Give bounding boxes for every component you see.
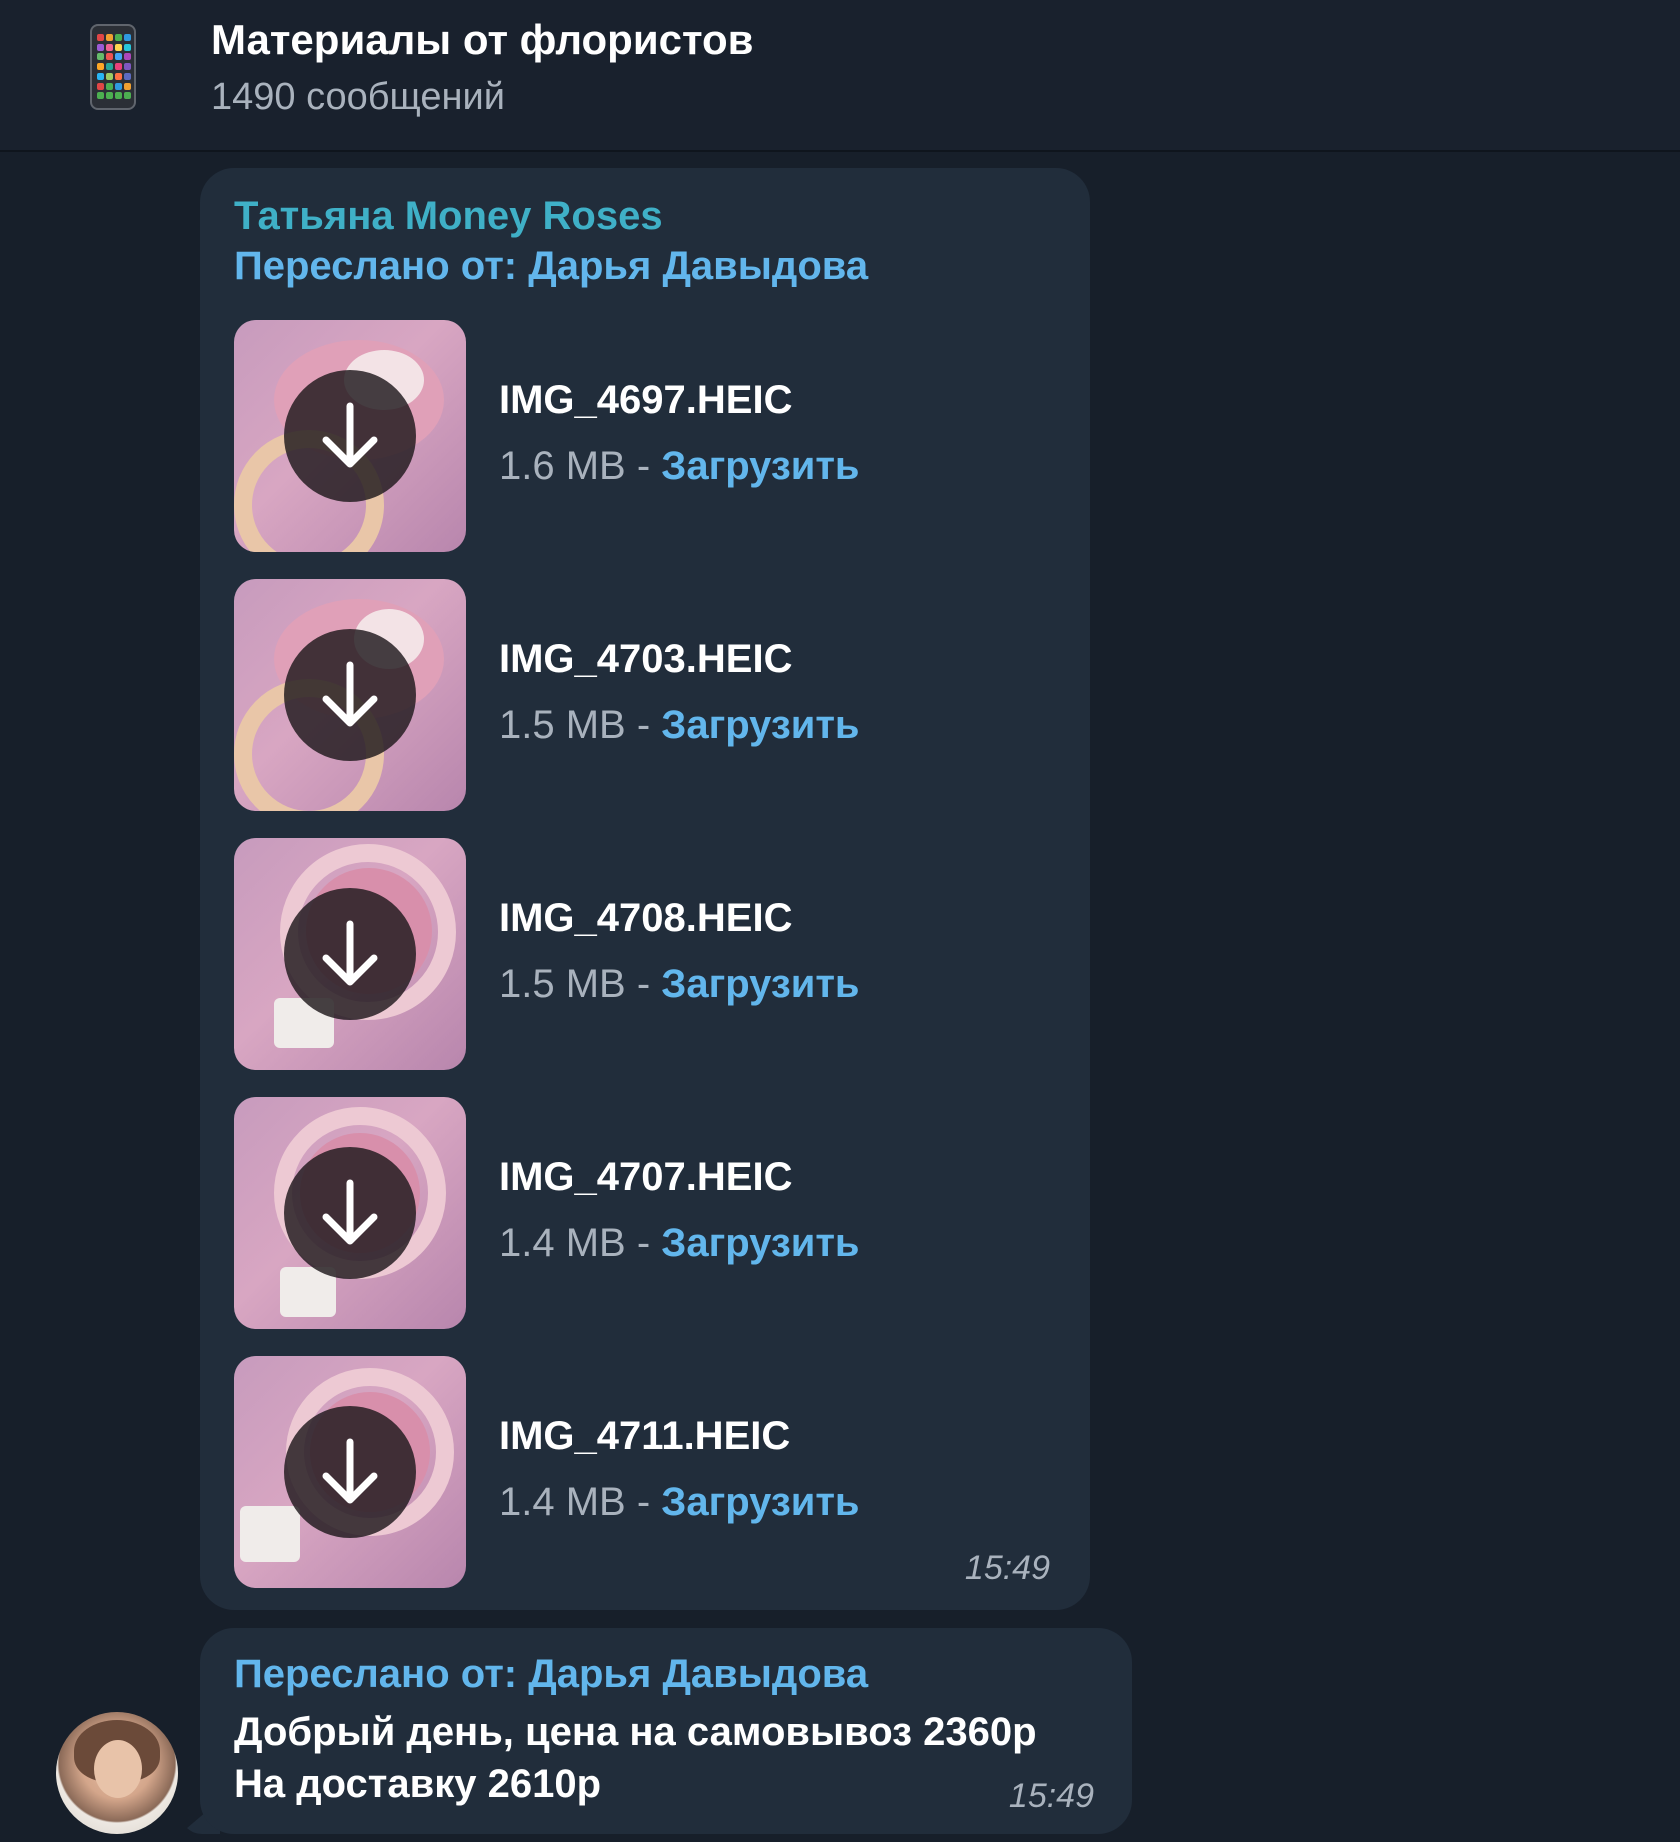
file-attachment[interactable]: IMG_4711.HEIC 1.4 MB - Загрузить xyxy=(234,1356,1054,1588)
avatar-face xyxy=(94,1740,142,1798)
file-meta-separator: - xyxy=(625,962,662,1006)
file-meta-separator: - xyxy=(625,1221,662,1265)
file-meta: 1.5 MB - Загрузить xyxy=(499,962,860,1007)
file-name: IMG_4703.HEIC xyxy=(499,637,793,681)
file-meta: 1.5 MB - Загрузить xyxy=(499,703,860,748)
file-meta-separator: - xyxy=(625,1480,662,1524)
file-attachment[interactable]: IMG_4708.HEIC 1.5 MB - Загрузить xyxy=(234,838,1054,1070)
sender-name[interactable]: Татьяна Money Roses xyxy=(234,194,663,239)
file-size: 1.5 MB xyxy=(499,703,626,747)
download-link[interactable]: Загрузить xyxy=(661,1480,859,1524)
file-name: IMG_4711.HEIC xyxy=(499,1414,791,1458)
file-attachment[interactable]: IMG_4697.HEIC 1.6 MB - Загрузить xyxy=(234,320,1054,552)
phone-app-grid-icon[interactable] xyxy=(90,24,136,110)
message-bubble: Татьяна Money Roses Переслано от: Дарья … xyxy=(200,168,1090,1610)
message-bubble: Переслано от: Дарья Давыдова Добрый день… xyxy=(200,1628,1132,1834)
download-link[interactable]: Загрузить xyxy=(661,1221,859,1265)
message-text-line: Добрый день, цена на самовывоз 2360р xyxy=(234,1710,1037,1754)
file-thumbnail[interactable] xyxy=(234,579,466,811)
file-meta-separator: - xyxy=(625,703,662,747)
download-link[interactable]: Загрузить xyxy=(661,962,859,1006)
file-attachment[interactable]: IMG_4703.HEIC 1.5 MB - Загрузить xyxy=(234,579,1054,811)
file-size: 1.4 MB xyxy=(499,1480,626,1524)
download-icon[interactable] xyxy=(284,629,416,761)
download-icon[interactable] xyxy=(284,370,416,502)
file-name: IMG_4707.HEIC xyxy=(499,1155,793,1199)
avatar[interactable] xyxy=(56,1712,178,1834)
message-time: 15:49 xyxy=(1008,1777,1094,1815)
chat-title[interactable]: Материалы от флористов xyxy=(211,16,754,64)
file-thumbnail[interactable] xyxy=(234,838,466,1070)
download-link[interactable]: Загрузить xyxy=(661,444,859,488)
file-name: IMG_4708.HEIC xyxy=(499,896,793,940)
file-size: 1.5 MB xyxy=(499,962,626,1006)
file-meta-separator: - xyxy=(625,444,662,488)
message-text-line: На доставку 2610р xyxy=(234,1762,602,1806)
message-time: 15:49 xyxy=(964,1549,1050,1587)
download-link[interactable]: Загрузить xyxy=(661,703,859,747)
file-name: IMG_4697.HEIC xyxy=(499,378,793,422)
file-thumbnail[interactable] xyxy=(234,1356,466,1588)
file-thumbnail[interactable] xyxy=(234,1097,466,1329)
download-icon[interactable] xyxy=(284,1147,416,1279)
download-icon[interactable] xyxy=(284,1406,416,1538)
file-meta: 1.6 MB - Загрузить xyxy=(499,444,860,489)
file-attachment[interactable]: IMG_4707.HEIC 1.4 MB - Загрузить xyxy=(234,1097,1054,1329)
download-icon[interactable] xyxy=(284,888,416,1020)
forwarded-from[interactable]: Переслано от: Дарья Давыдова xyxy=(234,244,868,289)
file-meta: 1.4 MB - Загрузить xyxy=(499,1480,860,1525)
chat-header: Материалы от флористов 1490 сообщений xyxy=(0,0,1680,152)
file-size: 1.6 MB xyxy=(499,444,626,488)
file-meta: 1.4 MB - Загрузить xyxy=(499,1221,860,1266)
file-thumbnail[interactable] xyxy=(234,320,466,552)
message-count: 1490 сообщений xyxy=(211,76,505,118)
forwarded-from[interactable]: Переслано от: Дарья Давыдова xyxy=(234,1652,868,1697)
file-size: 1.4 MB xyxy=(499,1221,626,1265)
